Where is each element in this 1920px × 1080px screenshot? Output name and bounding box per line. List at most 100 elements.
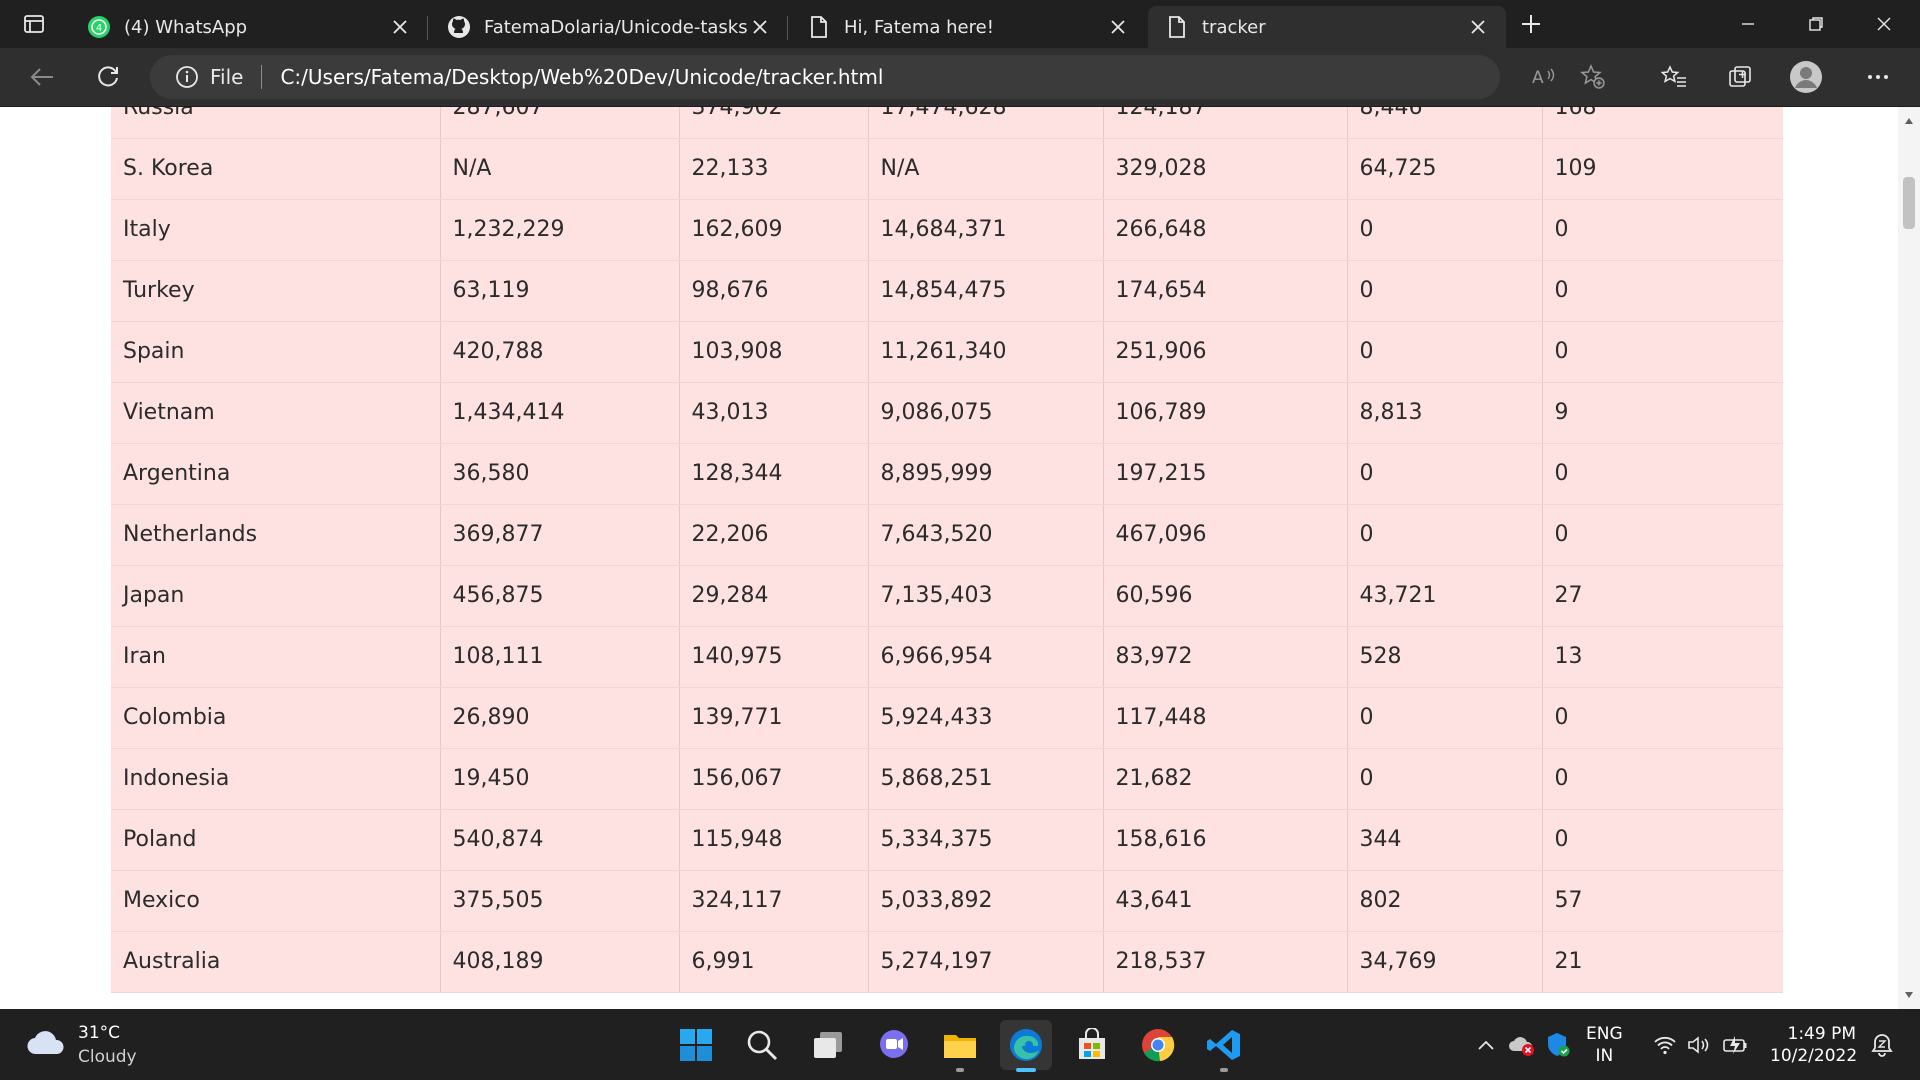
value-cell: 21 <box>1542 931 1783 993</box>
url-text[interactable]: C:/Users/Fatema/Desktop/Web%20Dev/Unicod… <box>280 65 883 89</box>
close-icon[interactable] <box>1466 15 1490 39</box>
file-explorer-icon[interactable] <box>934 1020 986 1072</box>
value-cell: 29,284 <box>679 565 869 627</box>
edge-icon[interactable] <box>1000 1020 1052 1072</box>
country-cell: Australia <box>111 931 441 993</box>
start-icon[interactable] <box>670 1020 722 1070</box>
minimize-icon[interactable] <box>1728 8 1768 40</box>
language-indicator[interactable]: ENG IN <box>1586 1023 1623 1067</box>
value-cell: 57 <box>1542 870 1783 932</box>
tab-hi-fatema[interactable]: Hi, Fatema here! <box>790 6 1146 48</box>
favorites-icon[interactable] <box>1654 58 1694 96</box>
system-clock[interactable]: 1:49 PM 10/2/2022 <box>1770 1023 1858 1067</box>
country-cell: Netherlands <box>111 504 441 566</box>
value-cell: 7,135,403 <box>868 565 1104 627</box>
value-cell: 8,446 <box>1347 107 1543 139</box>
notifications-icon[interactable] <box>1866 1029 1898 1061</box>
profile-avatar-icon[interactable] <box>1786 58 1826 96</box>
table-row: Poland 540,874 115,948 5,334,375 158,616 344 0 <box>111 809 1783 871</box>
value-cell: 456,875 <box>440 565 680 627</box>
address-bar[interactable]: File C:/Users/Fatema/Desktop/Web%20Dev/U… <box>150 55 1605 99</box>
value-cell: 0 <box>1347 748 1543 810</box>
scrollbar-thumb[interactable] <box>1903 177 1915 229</box>
collections-icon[interactable] <box>1720 58 1760 96</box>
country-cell: Vietnam <box>111 382 441 444</box>
running-indicator <box>1016 1068 1036 1072</box>
info-icon[interactable] <box>174 64 200 90</box>
scroll-up-icon[interactable] <box>1898 111 1920 131</box>
weather-widget[interactable]: 31°C Cloudy <box>26 1021 137 1069</box>
value-cell: 83,972 <box>1103 626 1348 688</box>
back-icon[interactable] <box>22 58 62 96</box>
close-icon[interactable] <box>748 15 772 39</box>
value-cell: 103,908 <box>679 321 869 383</box>
search-icon[interactable] <box>736 1020 788 1070</box>
task-view-icon[interactable] <box>802 1020 854 1070</box>
tab-tracker[interactable]: tracker <box>1148 6 1506 48</box>
navigation-bar: File C:/Users/Fatema/Desktop/Web%20Dev/U… <box>0 48 1920 107</box>
value-cell: 0 <box>1542 443 1783 505</box>
value-cell: 43,641 <box>1103 870 1348 932</box>
chat-icon[interactable] <box>868 1020 920 1070</box>
chevron-up-icon[interactable] <box>1474 1029 1498 1061</box>
value-cell: 375,505 <box>440 870 680 932</box>
country-cell: Japan <box>111 565 441 627</box>
page-icon <box>806 14 832 40</box>
scroll-down-icon[interactable] <box>1898 985 1920 1005</box>
value-cell: 374,902 <box>679 107 869 139</box>
country-cell: Argentina <box>111 443 441 505</box>
security-shield-icon[interactable] <box>1544 1029 1572 1061</box>
close-window-icon[interactable] <box>1864 8 1904 40</box>
store-icon[interactable] <box>1066 1020 1118 1070</box>
value-cell: N/A <box>868 138 1104 200</box>
add-favorite-icon[interactable] <box>1580 64 1606 90</box>
onedrive-error-icon[interactable] <box>1508 1029 1536 1061</box>
svg-text:A: A <box>1532 68 1544 88</box>
chrome-icon[interactable] <box>1132 1020 1184 1070</box>
value-cell: 11,261,340 <box>868 321 1104 383</box>
volume-icon[interactable] <box>1684 1029 1714 1061</box>
close-icon[interactable] <box>1106 15 1130 39</box>
value-cell: 408,189 <box>440 931 680 993</box>
value-cell: 34,769 <box>1347 931 1543 993</box>
vertical-scrollbar[interactable] <box>1898 107 1920 1009</box>
value-cell: 0 <box>1347 443 1543 505</box>
value-cell: 14,684,371 <box>868 199 1104 261</box>
more-options-icon[interactable] <box>1858 58 1898 96</box>
value-cell: 63,119 <box>440 260 680 322</box>
vscode-icon[interactable] <box>1198 1020 1250 1072</box>
value-cell: 0 <box>1347 321 1543 383</box>
battery-charging-icon[interactable] <box>1720 1029 1752 1061</box>
value-cell: 5,924,433 <box>868 687 1104 749</box>
new-tab-icon[interactable] <box>1516 10 1546 38</box>
value-cell: 0 <box>1347 687 1543 749</box>
country-cell: Iran <box>111 626 441 688</box>
read-aloud-icon[interactable]: A <box>1530 64 1556 90</box>
tab-separator <box>787 16 788 40</box>
refresh-icon[interactable] <box>88 58 128 96</box>
tab-actions-icon[interactable] <box>16 10 52 38</box>
value-cell: 7,643,520 <box>868 504 1104 566</box>
value-cell: 9 <box>1542 382 1783 444</box>
tab-github[interactable]: FatemaDolaria/Unicode-tasks <box>430 6 788 48</box>
tab-title: FatemaDolaria/Unicode-tasks <box>484 16 748 38</box>
close-icon[interactable] <box>388 15 412 39</box>
wifi-icon[interactable] <box>1650 1029 1680 1061</box>
value-cell: 60,596 <box>1103 565 1348 627</box>
country-cell: Turkey <box>111 260 441 322</box>
value-cell: 0 <box>1347 504 1543 566</box>
country-cell: Poland <box>111 809 441 871</box>
value-cell: 139,771 <box>679 687 869 749</box>
clock-date: 10/2/2022 <box>1770 1046 1858 1066</box>
value-cell: 27 <box>1542 565 1783 627</box>
value-cell: 329,028 <box>1103 138 1348 200</box>
tab-whatsapp[interactable]: 4 (4) WhatsApp <box>70 6 428 48</box>
value-cell: 5,274,197 <box>868 931 1104 993</box>
tracker-table: Russia 287,607 374,902 17,474,628 124,187 8,4… <box>111 107 1783 993</box>
table-row: S. Korea N/A 22,133 N/A 329,028 64,725 109 <box>111 138 1783 200</box>
restore-icon[interactable] <box>1796 8 1836 40</box>
value-cell: 6,991 <box>679 931 869 993</box>
table-row: Argentina 36,580 128,344 8,895,999 197,215 0 0 <box>111 443 1783 505</box>
value-cell: 26,890 <box>440 687 680 749</box>
scheme-label: File <box>210 65 244 89</box>
